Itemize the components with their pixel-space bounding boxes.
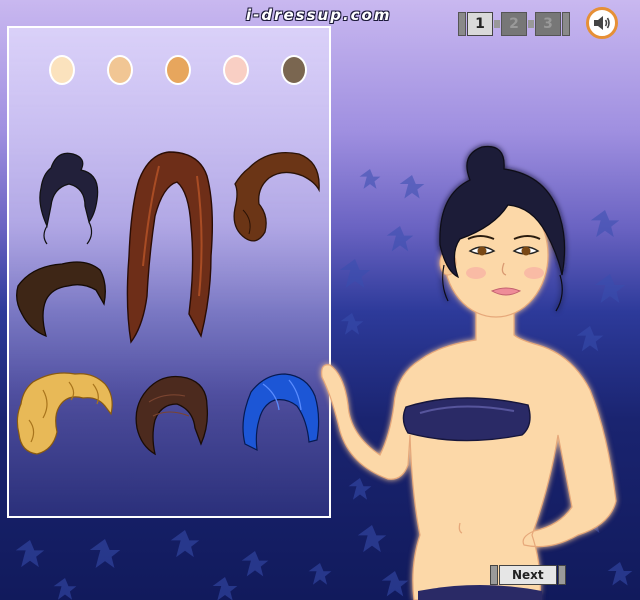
doll-model <box>321 145 617 600</box>
next-button[interactable]: Next <box>490 565 566 585</box>
hairstyle-blue-bob[interactable] <box>237 370 321 456</box>
hairstyle-brown-swept-bob[interactable] <box>12 256 112 341</box>
page-3-button[interactable]: 3 <box>535 12 561 36</box>
skin-tone-swatch[interactable] <box>281 55 307 85</box>
speaker-icon <box>594 16 610 30</box>
next-button-label: Next <box>499 565 557 585</box>
skin-tone-swatch[interactable] <box>165 55 191 85</box>
page-1-button[interactable]: 1 <box>467 12 493 36</box>
page-selector-cap-right <box>562 12 570 36</box>
page-link <box>528 20 534 28</box>
skin-tone-swatch[interactable] <box>223 55 249 85</box>
skin-tone-swatch[interactable] <box>107 55 133 85</box>
next-button-cap-left <box>490 565 498 585</box>
hairstyle-brown-messy-updo[interactable] <box>129 370 213 462</box>
skin-tone-swatch[interactable] <box>49 55 75 85</box>
hairstyle-blonde-curly-updo[interactable] <box>13 370 117 458</box>
sound-toggle-button[interactable] <box>586 7 618 39</box>
hairstyle-long-auburn[interactable] <box>119 146 219 346</box>
next-button-cap-right <box>557 565 566 585</box>
page-2-button[interactable]: 2 <box>501 12 527 36</box>
page-selector: 1 2 3 <box>458 12 570 36</box>
selection-panel <box>7 26 331 518</box>
page-selector-cap-left <box>458 12 466 36</box>
hairstyle-dark-updo[interactable] <box>29 148 109 248</box>
site-logo[interactable]: i-dressup.com <box>246 6 391 24</box>
page-link <box>494 20 500 28</box>
